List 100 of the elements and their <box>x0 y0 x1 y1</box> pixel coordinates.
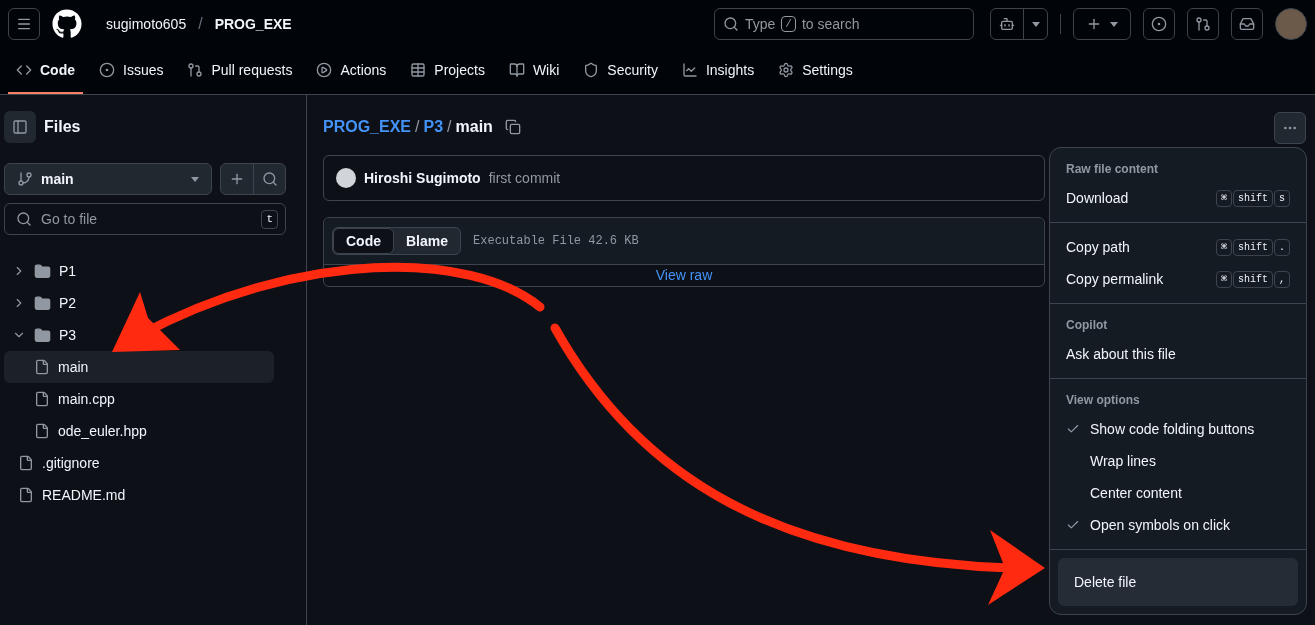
inbox-icon <box>1239 16 1255 32</box>
menu-section-title: Copilot <box>1065 317 1109 334</box>
plus-icon <box>229 171 245 187</box>
file-name: .gitignore <box>42 453 100 473</box>
copilot-icon <box>999 16 1015 32</box>
breadcrumb-link[interactable]: PROG_EXE <box>323 115 412 139</box>
menu-item[interactable]: Ask about this file <box>1058 338 1298 370</box>
caret-icon <box>1031 21 1040 27</box>
pull-request-icon <box>187 62 204 78</box>
breadcrumb-current: main <box>455 117 493 137</box>
repo-tab[interactable]: Actions <box>308 48 395 94</box>
play-icon <box>316 62 333 78</box>
folder-name: P1 <box>59 261 77 281</box>
branch-selector[interactable]: main <box>4 163 212 195</box>
shortcut-key: ⌘ <box>1215 238 1232 256</box>
inbox-button[interactable] <box>1231 8 1263 40</box>
search-placeholder: to search <box>801 14 860 34</box>
commit-author[interactable]: Hiroshi Sugimoto <box>364 167 481 189</box>
folder-icon <box>34 262 51 280</box>
file-icon <box>34 391 50 407</box>
menu-item[interactable]: Copy path ⌘ shift . <box>1058 231 1298 263</box>
repo-tab[interactable]: Projects <box>402 48 493 94</box>
view-raw-link[interactable]: View raw <box>655 265 713 286</box>
file-row[interactable]: README.md <box>4 479 274 511</box>
file-icon <box>34 423 50 439</box>
avatar <box>336 168 356 188</box>
branch-icon <box>17 171 33 187</box>
copilot-button-group[interactable] <box>990 8 1048 40</box>
menu-section-title: View options <box>1065 392 1141 409</box>
owner-link[interactable]: sugimoto605 <box>106 13 187 35</box>
search-field[interactable]: Type / to search <box>714 8 974 40</box>
shortcut-key: shift <box>1232 189 1273 207</box>
settings-icon <box>778 62 795 78</box>
view-tab[interactable]: Code <box>333 228 394 254</box>
caret-icon <box>1110 21 1118 27</box>
search-icon <box>261 171 278 187</box>
file-icon <box>34 359 50 375</box>
search-placeholder: Type <box>745 14 776 34</box>
sidebar-title: Files <box>44 117 81 137</box>
folder-name: P2 <box>59 293 77 313</box>
repo-tab[interactable]: Issues <box>91 48 172 94</box>
file-icon <box>18 487 34 503</box>
repo-tab[interactable]: Wiki <box>500 48 568 94</box>
menu-item[interactable]: Copy permalink ⌘ shift , <box>1058 263 1298 295</box>
shortcut-key: ⌘ <box>1215 189 1232 207</box>
folder-row[interactable]: P3 <box>4 319 302 351</box>
file-name: README.md <box>42 485 126 505</box>
file-row[interactable]: main <box>4 351 274 383</box>
github-logo-icon[interactable] <box>52 9 82 39</box>
file-name: main.cpp <box>58 389 115 409</box>
breadcrumb-separator: / <box>415 117 420 137</box>
caret-icon <box>191 176 199 182</box>
file-row[interactable]: .gitignore <box>4 447 274 479</box>
shortcut-key: shift <box>1232 270 1273 288</box>
shortcut-key: ⌘ <box>1215 270 1232 288</box>
menu-item[interactable]: Wrap lines <box>1058 445 1298 477</box>
copy-icon[interactable] <box>504 119 521 135</box>
search-icon <box>723 16 739 32</box>
repo-tab[interactable]: Settings <box>770 48 861 94</box>
breadcrumb-link[interactable]: P3 <box>423 115 444 139</box>
file-icon <box>18 455 34 471</box>
menu-item[interactable]: Open symbols on click <box>1058 509 1298 541</box>
plus-icon <box>1086 16 1102 32</box>
pull-request-icon <box>1195 16 1211 32</box>
folder-icon <box>34 294 51 312</box>
sidebar-icon <box>12 119 28 135</box>
shortcut-key: t <box>261 210 278 229</box>
repo-tab[interactable]: Code <box>8 48 83 94</box>
repo-tab[interactable]: Pull requests <box>179 48 301 94</box>
repo-link[interactable]: PROG_EXE <box>214 13 292 35</box>
shortcut-key: / <box>781 16 796 32</box>
issues-button[interactable] <box>1143 8 1175 40</box>
pull-requests-button[interactable] <box>1187 8 1219 40</box>
breadcrumb-separator: / <box>447 117 452 137</box>
view-tab[interactable]: Blame <box>394 228 461 254</box>
repo-tab[interactable]: Security <box>575 48 666 94</box>
shield-icon <box>583 62 600 78</box>
search-icon <box>16 211 32 227</box>
avatar[interactable] <box>1275 8 1307 40</box>
file-name: main <box>58 357 89 377</box>
create-button[interactable] <box>1073 8 1131 40</box>
menu-button[interactable] <box>8 8 40 40</box>
file-row[interactable]: main.cpp <box>4 383 274 415</box>
code-icon <box>16 62 32 78</box>
menu-item[interactable]: Delete file <box>1058 558 1298 606</box>
commit-message[interactable]: first commit <box>488 167 561 189</box>
menu-item[interactable]: Show code folding buttons <box>1058 413 1298 445</box>
menu-item[interactable]: Download ⌘ shift s <box>1058 182 1298 214</box>
line-chart-icon <box>681 62 698 78</box>
collapse-sidebar-button[interactable] <box>4 111 36 143</box>
folder-row[interactable]: P2 <box>4 287 302 319</box>
menu-icon <box>16 16 32 32</box>
repo-tab[interactable]: Insights <box>673 48 763 94</box>
file-row[interactable]: ode_euler.hpp <box>4 415 274 447</box>
file-info: Executable File 42.6 KB <box>473 233 639 250</box>
shortcut-key: . <box>1274 238 1290 256</box>
folder-row[interactable]: P1 <box>4 255 302 287</box>
shortcut-key: shift <box>1232 238 1273 256</box>
file-name: ode_euler.hpp <box>58 421 147 441</box>
menu-item[interactable]: Center content <box>1058 477 1298 509</box>
